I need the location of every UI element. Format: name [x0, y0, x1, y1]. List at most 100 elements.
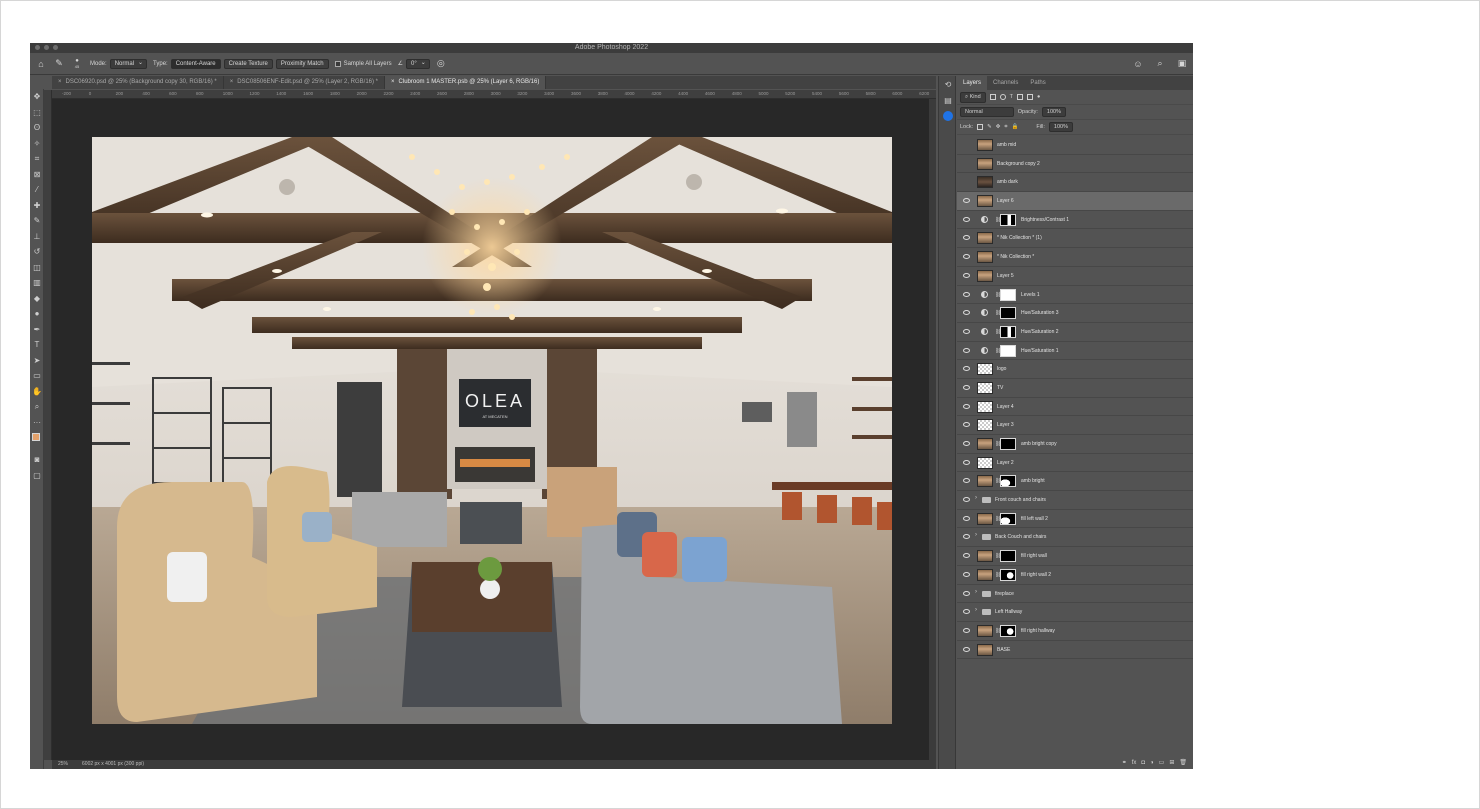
layer-thumbnail[interactable]: [977, 363, 993, 376]
fill-field[interactable]: 100%: [1048, 122, 1073, 132]
group-expand-icon[interactable]: ›: [975, 607, 977, 613]
layer-thumbnail[interactable]: [977, 456, 993, 469]
visibility-eye-icon[interactable]: [963, 272, 970, 278]
layer-thumbnail[interactable]: [977, 475, 993, 488]
angle-field[interactable]: 0°: [406, 58, 430, 69]
close-tab-icon[interactable]: ×: [391, 79, 395, 85]
quick-select-tool-icon[interactable]: ✧: [30, 136, 44, 152]
brush-tool-icon[interactable]: ✎: [30, 213, 44, 229]
visibility-eye-icon[interactable]: [963, 384, 970, 390]
visibility-eye-icon[interactable]: [963, 422, 970, 428]
lasso-tool-icon[interactable]: ʘ: [30, 120, 44, 136]
sample-all-layers-checkbox[interactable]: Sample All Layers: [334, 60, 392, 67]
new-group-icon[interactable]: ▭: [1159, 759, 1165, 766]
layer-mask-thumbnail[interactable]: [1000, 475, 1016, 488]
layer-row[interactable]: › Front couch and chairs: [957, 491, 1193, 510]
pressure-icon[interactable]: ◎: [434, 57, 448, 71]
canvas-area[interactable]: OLEA AT MECATEN: [52, 99, 936, 760]
vertical-scrollbar[interactable]: [929, 99, 936, 760]
document-tab[interactable]: × DSC06920.psd @ 25% (Background copy 30,…: [52, 76, 224, 89]
layer-row[interactable]: Layer 2: [957, 454, 1193, 473]
layer-thumbnail[interactable]: [977, 195, 993, 208]
mode-select[interactable]: Normal: [109, 58, 148, 69]
layer-row[interactable]: BASE: [957, 641, 1193, 660]
layer-thumbnail[interactable]: [977, 232, 993, 245]
group-expand-icon[interactable]: ›: [975, 589, 977, 595]
visibility-eye-icon[interactable]: [963, 198, 970, 204]
layer-thumbnail[interactable]: [977, 381, 993, 394]
new-layer-icon[interactable]: ⊞: [1169, 759, 1174, 766]
visibility-eye-icon[interactable]: [963, 142, 970, 147]
layer-thumbnail[interactable]: [977, 438, 993, 450]
filter-shape-icon[interactable]: [1017, 94, 1024, 100]
layer-mask-thumbnail[interactable]: [1000, 568, 1016, 581]
learn-icon[interactable]: [939, 108, 957, 124]
history-brush-tool-icon[interactable]: ↺: [30, 244, 44, 260]
shape-tool-icon[interactable]: ▭: [30, 368, 44, 384]
visibility-eye-icon[interactable]: [963, 627, 970, 633]
crop-tool-icon[interactable]: ⌗: [30, 151, 44, 167]
layer-row[interactable]: › fireplace: [957, 585, 1193, 604]
layer-row[interactable]: ⛓ fill right wall: [957, 547, 1193, 566]
hand-tool-icon[interactable]: ✋: [30, 384, 44, 400]
quick-mask-icon[interactable]: ◙: [30, 452, 44, 468]
visibility-eye-icon[interactable]: [963, 646, 970, 652]
layer-thumbnail[interactable]: [977, 400, 993, 413]
visibility-eye-icon[interactable]: [963, 310, 970, 316]
eyedropper-tool-icon[interactable]: ⁄: [30, 182, 44, 198]
layer-row[interactable]: * Nik Collection * (1): [957, 229, 1193, 249]
lock-pixels-icon[interactable]: [977, 124, 984, 130]
visibility-eye-icon[interactable]: [963, 459, 970, 465]
layer-row[interactable]: amb mid: [957, 136, 1193, 155]
layer-row[interactable]: ⛓ fill right wall 2: [957, 566, 1193, 585]
filter-pixel-icon[interactable]: [989, 94, 996, 100]
layer-row[interactable]: ⛓ fill right hallway: [957, 622, 1193, 641]
history-icon[interactable]: ⟲: [939, 76, 957, 92]
visibility-eye-icon[interactable]: [963, 609, 970, 615]
proximity-match-button[interactable]: Proximity Match: [275, 58, 329, 69]
filter-toggle-icon[interactable]: ●: [1037, 94, 1040, 100]
layer-row[interactable]: Layer 3: [957, 416, 1193, 435]
visibility-eye-icon[interactable]: [963, 497, 970, 503]
layer-row[interactable]: ⛓ Brightness/Contrast 1: [957, 211, 1193, 230]
layer-mask-thumbnail[interactable]: [1000, 307, 1016, 320]
visibility-eye-icon[interactable]: [963, 441, 970, 446]
dodge-tool-icon[interactable]: ●: [30, 306, 44, 322]
layer-thumbnail[interactable]: [977, 269, 993, 282]
pen-tool-icon[interactable]: ✒: [30, 322, 44, 338]
filter-kind-select[interactable]: ⌕ Kind: [960, 91, 986, 103]
layer-thumbnail[interactable]: [977, 624, 993, 637]
stamp-tool-icon[interactable]: ⊥: [30, 229, 44, 245]
tab-channels[interactable]: Channels: [987, 76, 1024, 90]
create-texture-button[interactable]: Create Texture: [223, 58, 273, 69]
layer-row[interactable]: TV: [957, 379, 1193, 398]
layer-mask-thumbnail[interactable]: [1000, 512, 1016, 525]
layer-row[interactable]: * Nik Collection *: [957, 248, 1193, 267]
document-tab-active[interactable]: × Clubroom 1 MASTER.psb @ 25% (Layer 6, R…: [385, 76, 547, 89]
layer-row[interactable]: ⛓ Hue/Saturation 1: [957, 342, 1193, 361]
close-tab-icon[interactable]: ×: [58, 79, 62, 85]
group-expand-icon[interactable]: ›: [975, 532, 977, 538]
visibility-eye-icon[interactable]: [963, 478, 970, 484]
layer-mask-thumbnail[interactable]: [1000, 550, 1016, 563]
visibility-eye-icon[interactable]: [963, 254, 970, 260]
visibility-eye-icon[interactable]: [963, 553, 970, 559]
path-select-tool-icon[interactable]: ➤: [30, 353, 44, 369]
layer-thumbnail[interactable]: [977, 251, 993, 264]
layer-row[interactable]: logo: [957, 360, 1193, 379]
document-image[interactable]: OLEA AT MECATEN: [92, 137, 892, 724]
visibility-eye-icon[interactable]: [963, 534, 970, 540]
more-tools-icon[interactable]: ···: [30, 415, 44, 431]
filter-adjustment-icon[interactable]: [999, 94, 1006, 100]
layer-thumbnail[interactable]: [977, 512, 993, 525]
healing-tool-icon[interactable]: ✚: [30, 198, 44, 214]
layer-thumbnail[interactable]: [977, 176, 993, 189]
lock-paint-icon[interactable]: ✎: [987, 124, 992, 130]
tab-paths[interactable]: Paths: [1024, 76, 1051, 90]
frame-tool-icon[interactable]: ⊠: [30, 167, 44, 183]
lock-all-icon[interactable]: 🔒: [1011, 124, 1018, 130]
layer-row[interactable]: ⛓ amb bright: [957, 472, 1193, 492]
delete-layer-icon[interactable]: 🗑: [1179, 759, 1187, 766]
add-mask-icon[interactable]: ◘: [1141, 760, 1145, 766]
visibility-eye-icon[interactable]: [963, 590, 970, 596]
